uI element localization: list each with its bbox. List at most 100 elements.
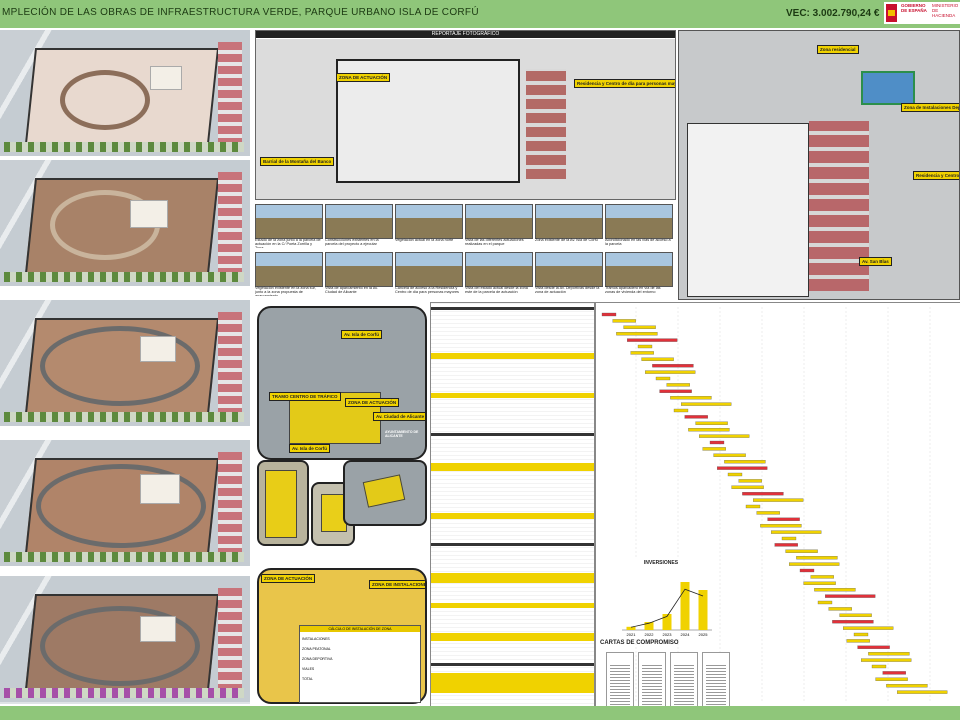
coat-of-arms-icon: [886, 4, 897, 22]
photo-caption: Vista desde la Av. Deportivas desde la z…: [535, 286, 600, 294]
gantt-schedule: [595, 302, 960, 708]
city-logo-text: AYUNTAMIENTO DE ALICANTE: [385, 430, 419, 438]
zone-tag: ZONA DE INSTALACIONES DEPORTIVAS: [369, 580, 425, 589]
gantt-bar: [659, 389, 692, 393]
site-photo: [465, 252, 533, 287]
gantt-bar: [843, 626, 894, 630]
zoom-map: [343, 460, 427, 526]
photo-grid: Estado de la zona junto a la parcela de …: [255, 200, 674, 298]
aerial-site-photo: ZONA DE ACTUACIÓN Residencia y Centro de…: [256, 39, 675, 199]
budget-label: VEC: 3.002.790,24 €: [786, 8, 880, 19]
site-photo: [325, 252, 393, 287]
gantt-bar: [799, 568, 815, 573]
sports-zone-tag: Zona de Instalaciones Deportivas: [901, 103, 959, 112]
residence-tag: Residencia y Centro de día para personas…: [574, 79, 675, 88]
gantt-bar: [673, 408, 689, 413]
photo-caption: Vegetación actual en la zona norte: [395, 238, 454, 242]
aerial-overview-panel: Zona residencial Zona de Instalaciones D…: [678, 30, 960, 300]
gantt-bar: [810, 575, 834, 579]
gantt-bar: [742, 492, 784, 496]
site-photo: [535, 252, 603, 287]
gantt-bar: [727, 472, 743, 477]
site-photo: [255, 204, 323, 239]
gantt-bar: [886, 684, 928, 688]
gov-logo-text: GOBIERNO DE ESPAÑA: [901, 3, 927, 13]
gantt-bar: [645, 370, 696, 374]
gantt-bar: [760, 524, 802, 528]
gantt-bar: [882, 671, 906, 675]
tick-label: 2025: [699, 632, 709, 637]
site-tag: ZONA DE ACTUACIÓN: [336, 73, 391, 82]
gantt-bar: [655, 376, 671, 381]
gantt-bar: [717, 466, 768, 470]
gantt-bar: [803, 581, 836, 585]
gantt-bar: [774, 543, 798, 547]
site-tag: ZONA DE ACTUACIÓN: [345, 398, 400, 407]
site-photo: [465, 204, 533, 239]
commitments-title: CARTAS DE COMPROMISO: [600, 640, 679, 646]
tick-label: 2024: [681, 632, 691, 637]
gantt-bar: [756, 511, 780, 515]
gantt-bar: [612, 319, 636, 323]
site-photo: [605, 252, 673, 287]
plan-view-3: [0, 300, 250, 426]
gantt-bar: [699, 434, 750, 438]
gantt-bar: [641, 357, 674, 361]
photo-caption: Vista de aparcamiento en la Av. Ciudad d…: [325, 286, 378, 294]
site-photo: [395, 252, 463, 287]
gantt-bar: [601, 312, 617, 317]
gantt-bar: [623, 325, 656, 329]
investments-plot: 2021 2022 2023 2024 2025: [622, 582, 712, 637]
gantt-bar: [796, 556, 838, 560]
gantt-bar: [670, 396, 712, 400]
chart-title: INVERSIONES: [643, 560, 679, 566]
photo-caption: Acondicionado en las vías de acceso a la…: [605, 238, 671, 246]
gantt-bar: [695, 421, 728, 425]
commitment-letter: [638, 652, 666, 712]
footer-bar: [0, 706, 960, 720]
street-tag: Av. Ciudad de Alicante: [373, 412, 425, 421]
budget-table: [430, 302, 595, 708]
gantt-bar: [637, 344, 653, 349]
photo-report-panel: REPORTAJE FOTOGRÁFICO ZONA DE ACTUACIÓN …: [255, 30, 676, 200]
photo-caption: Vegetación existente en la zona sur, jun…: [255, 286, 316, 296]
gantt-bar: [652, 364, 694, 368]
photo-caption: Construcciones existentes en la parcela …: [325, 238, 379, 246]
street-tag: Av. San Blas: [859, 257, 892, 266]
site-photo: [255, 252, 323, 287]
site-photo: [325, 204, 393, 239]
location-panel: Av. Isla de Corfú TRAMO CENTRO DE TRÁFIC…: [255, 302, 427, 706]
gantt-bar: [684, 415, 708, 419]
gantt-bar: [814, 588, 856, 592]
gantt-bar: [738, 479, 762, 483]
gantt-bar: [731, 485, 764, 489]
gantt-bar: [688, 428, 730, 432]
traffic-tag: TRAMO CENTRO DE TRÁFICO: [269, 392, 341, 401]
gantt-bar: [817, 600, 833, 605]
gantt-bar: [745, 504, 761, 509]
table-row: VIALES: [302, 667, 315, 671]
region-map: [257, 460, 309, 546]
gantt-bar: [861, 658, 912, 662]
gantt-chart: [601, 307, 948, 703]
commitment-letter: [670, 652, 698, 712]
site-location-map: Av. Isla de Corfú TRAMO CENTRO DE TRÁFIC…: [257, 306, 427, 460]
photo-report-title: REPORTAJE FOTOGRÁFICO: [256, 31, 675, 38]
gantt-bar: [616, 332, 658, 336]
gantt-bar: [868, 652, 910, 656]
gantt-bar: [627, 338, 678, 342]
header-bar: MPLECIÓN DE LAS OBRAS DE INFRAESTRUCTURA…: [0, 0, 960, 28]
gantt-bar: [753, 498, 804, 502]
zone-tag: ZONA DE ACTUACIÓN: [261, 574, 316, 583]
gantt-bar: [897, 690, 948, 694]
gantt-bar: [771, 530, 822, 534]
gantt-bar: [857, 645, 890, 649]
photo-caption: Vista del estado actual desde la zona es…: [465, 286, 528, 294]
photo-caption: Cancela de acceso a la Residencia y Cent…: [395, 286, 459, 294]
gantt-bar: [767, 517, 800, 521]
gantt-bar: [666, 383, 690, 387]
gantt-bar: [630, 351, 654, 355]
table-row: ZONA DEPORTIVA: [302, 657, 333, 661]
ministry-logo-text: MINISTERIO DE HACIENDA: [932, 3, 959, 18]
plan-view-1: [0, 30, 250, 156]
